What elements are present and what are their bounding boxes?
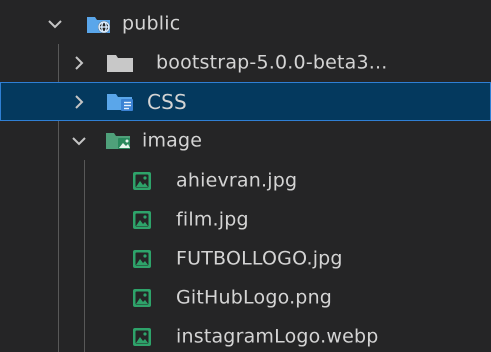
tree-item-label: CSS [147, 89, 187, 114]
folder-image-icon [106, 132, 130, 149]
chevron-right-icon[interactable] [68, 91, 90, 113]
tree-item-label: ahievran.jpg [176, 169, 298, 191]
folder-web-icon [87, 16, 110, 33]
tree-item-label: GitHubLogo.png [176, 286, 333, 308]
chevron-down-icon[interactable] [68, 130, 90, 152]
tree-item-githublogo[interactable]: GitHubLogo.png [0, 278, 491, 317]
tree-item-bootstrap[interactable]: bootstrap-5.0.0-beta3... [0, 43, 491, 82]
image-file-icon [133, 249, 151, 268]
tree-item-futbollogo[interactable]: FUTBOLLOGO.jpg [0, 239, 491, 278]
chevron-right-icon[interactable] [68, 52, 90, 74]
image-file-icon [133, 288, 151, 307]
tree-item-label: image [142, 129, 203, 151]
tree-item-instagramlogo[interactable]: instagramLogo.webp [0, 317, 491, 352]
folder-icon [107, 54, 133, 72]
tree-item-label: FUTBOLLOGO.jpg [176, 247, 343, 269]
tree-item-public[interactable]: public [0, 4, 491, 43]
folder-css-icon [107, 93, 133, 111]
tree-item-label: film.jpg [176, 208, 249, 230]
file-explorer-tree: public bootstrap-5.0.0-beta3... CSS imag… [0, 0, 491, 352]
tree-item-label: bootstrap-5.0.0-beta3... [156, 51, 388, 73]
image-file-icon [133, 171, 151, 190]
tree-item-film[interactable]: film.jpg [0, 200, 491, 239]
tree-item-ahievran[interactable]: ahievran.jpg [0, 161, 491, 200]
tree-item-css[interactable]: CSS [0, 82, 491, 121]
image-file-icon [133, 210, 151, 229]
tree-item-label: public [122, 12, 181, 34]
tree-item-image[interactable]: image [0, 121, 491, 160]
image-file-icon [133, 327, 151, 346]
chevron-down-icon[interactable] [44, 13, 66, 35]
tree-item-label: instagramLogo.webp [176, 325, 379, 347]
